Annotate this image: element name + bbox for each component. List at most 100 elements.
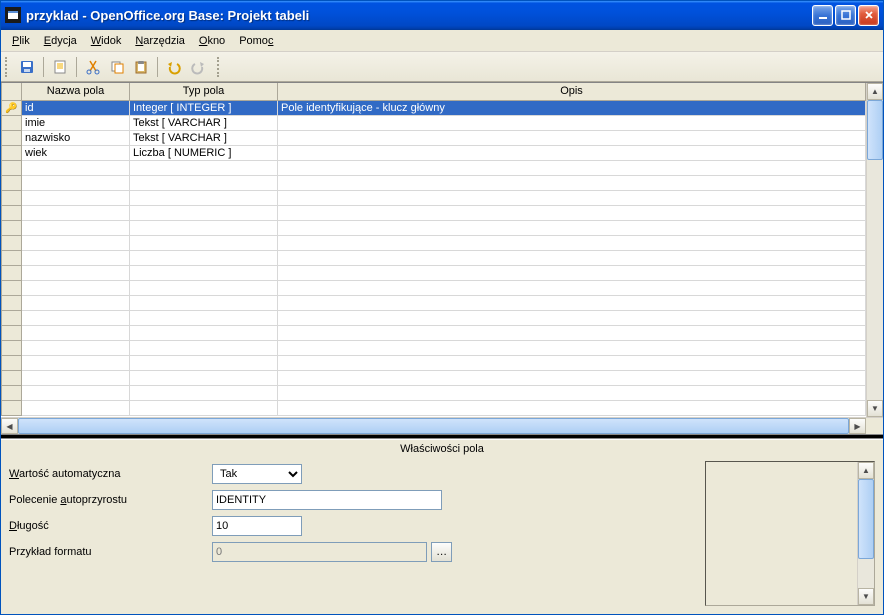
- cell-field-type[interactable]: [130, 280, 278, 295]
- row-header[interactable]: [2, 175, 22, 190]
- cell-field-name[interactable]: [22, 220, 130, 235]
- cell-field-desc[interactable]: [278, 325, 866, 340]
- row-header[interactable]: [2, 385, 22, 400]
- cell-field-type[interactable]: [130, 355, 278, 370]
- cell-field-desc[interactable]: [278, 400, 866, 415]
- table-row[interactable]: [2, 370, 866, 385]
- cell-field-name[interactable]: [22, 310, 130, 325]
- cell-field-name[interactable]: [22, 400, 130, 415]
- cell-field-desc[interactable]: [278, 295, 866, 310]
- grid-horizontal-scrollbar[interactable]: ◀ ▶: [1, 417, 883, 434]
- save-button[interactable]: [16, 56, 38, 78]
- menu-file[interactable]: Plik: [5, 32, 37, 50]
- autoinc-input[interactable]: [212, 490, 442, 510]
- col-header-type[interactable]: Typ pola: [130, 83, 278, 100]
- cell-field-desc[interactable]: [278, 190, 866, 205]
- table-row[interactable]: nazwiskoTekst [ VARCHAR ]: [2, 130, 866, 145]
- cell-field-desc[interactable]: [278, 250, 866, 265]
- table-row[interactable]: [2, 220, 866, 235]
- length-input[interactable]: [212, 516, 302, 536]
- row-header[interactable]: [2, 235, 22, 250]
- cell-field-desc[interactable]: Pole identyfikujące - klucz główny: [278, 100, 866, 115]
- cell-field-desc[interactable]: [278, 115, 866, 130]
- cell-field-type[interactable]: Integer [ INTEGER ]: [130, 100, 278, 115]
- toolbar-grip-2[interactable]: [217, 57, 222, 77]
- row-header[interactable]: [2, 370, 22, 385]
- cell-field-name[interactable]: imie: [22, 115, 130, 130]
- menu-tools[interactable]: Narzędzia: [128, 32, 192, 50]
- cell-field-type[interactable]: [130, 235, 278, 250]
- row-header[interactable]: [2, 325, 22, 340]
- cell-field-name[interactable]: [22, 265, 130, 280]
- cell-field-name[interactable]: nazwisko: [22, 130, 130, 145]
- row-header[interactable]: [2, 250, 22, 265]
- scroll-down-button[interactable]: ▼: [867, 400, 883, 417]
- scroll-right-button[interactable]: ▶: [849, 418, 866, 434]
- edit-button[interactable]: [49, 56, 71, 78]
- format-browse-button[interactable]: …: [431, 542, 452, 562]
- undo-button[interactable]: [163, 56, 185, 78]
- cell-field-desc[interactable]: [278, 160, 866, 175]
- cell-field-type[interactable]: [130, 295, 278, 310]
- row-header[interactable]: [2, 295, 22, 310]
- menu-view[interactable]: Widok: [84, 32, 129, 50]
- cell-field-type[interactable]: [130, 385, 278, 400]
- row-header[interactable]: [2, 355, 22, 370]
- help-scroll-down[interactable]: ▼: [858, 588, 874, 605]
- scroll-thumb-h[interactable]: [18, 418, 849, 434]
- cell-field-name[interactable]: [22, 205, 130, 220]
- menu-help[interactable]: Pomoc: [232, 32, 280, 50]
- table-row[interactable]: [2, 265, 866, 280]
- format-input[interactable]: [212, 542, 427, 562]
- paste-button[interactable]: [130, 56, 152, 78]
- cell-field-desc[interactable]: [278, 235, 866, 250]
- cell-field-type[interactable]: [130, 340, 278, 355]
- row-header[interactable]: [2, 205, 22, 220]
- cell-field-type[interactable]: [130, 175, 278, 190]
- col-header-desc[interactable]: Opis: [278, 83, 866, 100]
- cell-field-name[interactable]: [22, 325, 130, 340]
- cell-field-desc[interactable]: [278, 340, 866, 355]
- table-row[interactable]: [2, 310, 866, 325]
- auto-value-select[interactable]: Tak: [212, 464, 302, 484]
- cell-field-name[interactable]: [22, 355, 130, 370]
- row-header[interactable]: 🔑: [2, 100, 22, 115]
- table-row[interactable]: imieTekst [ VARCHAR ]: [2, 115, 866, 130]
- help-scroll-up[interactable]: ▲: [858, 462, 874, 479]
- table-row[interactable]: [2, 250, 866, 265]
- close-button[interactable]: [858, 5, 879, 26]
- table-row[interactable]: [2, 400, 866, 415]
- cell-field-type[interactable]: Tekst [ VARCHAR ]: [130, 115, 278, 130]
- cell-field-name[interactable]: [22, 280, 130, 295]
- cell-field-desc[interactable]: [278, 355, 866, 370]
- cell-field-name[interactable]: [22, 175, 130, 190]
- cell-field-desc[interactable]: [278, 130, 866, 145]
- redo-button[interactable]: [187, 56, 209, 78]
- cell-field-name[interactable]: [22, 340, 130, 355]
- help-vertical-scrollbar[interactable]: ▲ ▼: [857, 462, 874, 605]
- field-grid[interactable]: Nazwa pola Typ pola Opis 🔑idInteger [ IN…: [1, 83, 866, 417]
- cell-field-type[interactable]: [130, 220, 278, 235]
- cell-field-name[interactable]: [22, 385, 130, 400]
- cell-field-desc[interactable]: [278, 175, 866, 190]
- grid-vertical-scrollbar[interactable]: ▲ ▼: [866, 83, 883, 417]
- cell-field-type[interactable]: [130, 190, 278, 205]
- cell-field-type[interactable]: [130, 265, 278, 280]
- cell-field-type[interactable]: Liczba [ NUMERIC ]: [130, 145, 278, 160]
- cell-field-name[interactable]: [22, 235, 130, 250]
- table-row[interactable]: [2, 190, 866, 205]
- row-header[interactable]: [2, 265, 22, 280]
- cell-field-type[interactable]: [130, 310, 278, 325]
- toolbar-grip[interactable]: [5, 57, 10, 77]
- cell-field-name[interactable]: [22, 295, 130, 310]
- row-header[interactable]: [2, 115, 22, 130]
- cell-field-type[interactable]: Tekst [ VARCHAR ]: [130, 130, 278, 145]
- table-row[interactable]: 🔑idInteger [ INTEGER ]Pole identyfikując…: [2, 100, 866, 115]
- cell-field-desc[interactable]: [278, 220, 866, 235]
- table-row[interactable]: [2, 160, 866, 175]
- table-row[interactable]: [2, 340, 866, 355]
- cell-field-name[interactable]: wiek: [22, 145, 130, 160]
- cell-field-desc[interactable]: [278, 310, 866, 325]
- cell-field-name[interactable]: [22, 190, 130, 205]
- row-header[interactable]: [2, 220, 22, 235]
